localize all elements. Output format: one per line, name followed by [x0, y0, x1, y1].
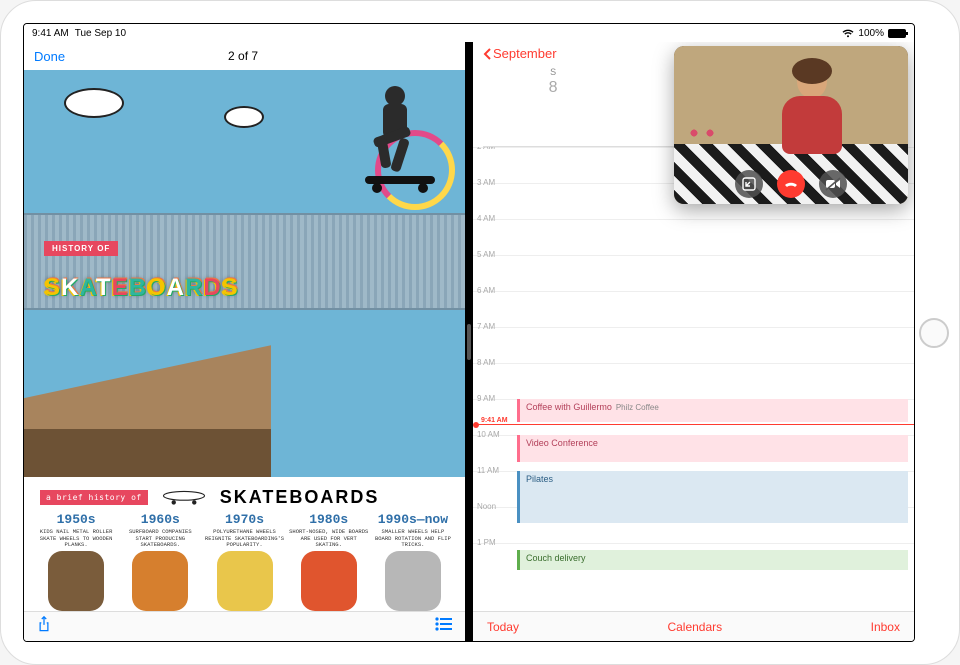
hour-label: Noon [477, 502, 496, 511]
event-title: Couch delivery [526, 553, 586, 563]
done-button[interactable]: Done [34, 49, 65, 64]
history-of-label: HISTORY OF [44, 241, 118, 256]
decade-item: 1980sShort-nosed, wide boards are used f… [289, 512, 369, 549]
board-thumb [132, 551, 188, 611]
photos-viewer-pane: Done 2 of 7 HISTORY OF [24, 42, 465, 641]
list-button[interactable] [435, 617, 453, 636]
status-bar: 9:41 AM Tue Sep 10 100% [24, 24, 914, 42]
hour-label: 9 AM [477, 394, 495, 403]
hour-label: 2 AM [477, 147, 495, 151]
event-title: Video Conference [526, 438, 598, 448]
split-view-divider[interactable] [465, 42, 473, 641]
cloud-illustration [64, 88, 124, 118]
hour-label: 10 AM [477, 430, 500, 439]
hour-label: 11 AM [477, 466, 499, 475]
cloud-illustration [224, 106, 264, 128]
hour-label: 5 AM [477, 250, 495, 259]
board-thumbnails [24, 549, 465, 611]
viewer-bottombar [24, 611, 465, 641]
viewer-image[interactable]: HISTORY OF SKATEBOARDS [24, 70, 465, 477]
calendar-pane: September S 8 M 9 T 10 [473, 42, 914, 641]
hour-label: 6 AM [477, 286, 495, 295]
status-time: 9:41 AM [32, 28, 69, 39]
decade-item: 1950sKids nail metal roller skate wheels… [36, 512, 116, 549]
split-view: Done 2 of 7 HISTORY OF [24, 42, 914, 641]
calendar-footer: Today Calendars Inbox [473, 611, 914, 641]
hour-label: 7 AM [477, 322, 495, 331]
wifi-icon [842, 29, 854, 38]
hour-row: 5 AM [473, 255, 914, 291]
hour-label: 8 AM [477, 358, 495, 367]
decade-item: 1970sPolyurethane wheels reignite skateb… [205, 512, 285, 549]
hour-label: 1 PM [477, 538, 496, 547]
skateboards-title: SKATEBOARDS [44, 274, 239, 302]
calendars-button[interactable]: Calendars [667, 620, 722, 634]
decade-item: 1960sSurfboard companies start producing… [120, 512, 200, 549]
event-subtitle: Philz Coffee [616, 403, 659, 412]
battery-percent: 100% [858, 28, 884, 39]
battery-icon [888, 29, 906, 38]
hour-label: 3 AM [477, 178, 495, 187]
end-call-button[interactable] [777, 170, 805, 198]
calendar-event[interactable]: Video Conference [517, 435, 908, 462]
hour-row: 6 AM [473, 291, 914, 327]
viewer-topbar: Done 2 of 7 [24, 42, 465, 70]
brief-history-tag: a brief history of [40, 490, 148, 505]
board-thumb [301, 551, 357, 611]
facetime-pip[interactable] [674, 46, 908, 204]
calendar-event[interactable]: Coffee with Guillermo Philz Coffee [517, 399, 908, 422]
home-button[interactable] [919, 318, 949, 348]
board-thumb [385, 551, 441, 611]
hour-row: 7 AM [473, 327, 914, 363]
calendar-event[interactable]: Couch delivery [517, 550, 908, 570]
back-month-label: September [493, 46, 557, 61]
mute-video-button[interactable] [819, 170, 847, 198]
page-counter: 2 of 7 [65, 49, 421, 63]
calendar-body[interactable]: 2 AM3 AM4 AM5 AM6 AM7 AM8 AM9 AM10 AM11 … [473, 147, 914, 611]
skater-illustration [325, 78, 445, 208]
hour-label: 4 AM [477, 214, 495, 223]
ipad-device-frame: 9:41 AM Tue Sep 10 100% Done 2 of 7 [0, 0, 960, 665]
skateboard-icon [162, 489, 206, 507]
hour-row: 8 AM [473, 363, 914, 399]
event-title: Coffee with Guillermo [526, 402, 612, 412]
screen: 9:41 AM Tue Sep 10 100% Done 2 of 7 [23, 23, 915, 642]
pip-minimize-button[interactable] [735, 170, 763, 198]
board-thumb [48, 551, 104, 611]
infographic-strip: a brief history of SKATEBOARDS 1950sKids… [24, 477, 465, 611]
brief-title: SKATEBOARDS [220, 487, 380, 508]
hour-row: 4 AM [473, 219, 914, 255]
board-thumb [217, 551, 273, 611]
decade-row: 1950sKids nail metal roller skate wheels… [24, 508, 465, 549]
caller-illustration [782, 62, 842, 154]
calendar-event[interactable]: Pilates [517, 471, 908, 523]
today-button[interactable]: Today [487, 620, 519, 634]
current-time-indicator: 9:41 AM [477, 424, 914, 425]
event-title: Pilates [526, 474, 553, 484]
pip-controls [674, 170, 908, 198]
weekday-col[interactable]: S 8 [483, 67, 623, 146]
decade-item: 1990s—nowSmaller wheels help board rotat… [373, 512, 453, 549]
inbox-button[interactable]: Inbox [871, 620, 900, 634]
share-button[interactable] [36, 615, 52, 638]
status-date: Tue Sep 10 [75, 28, 126, 39]
